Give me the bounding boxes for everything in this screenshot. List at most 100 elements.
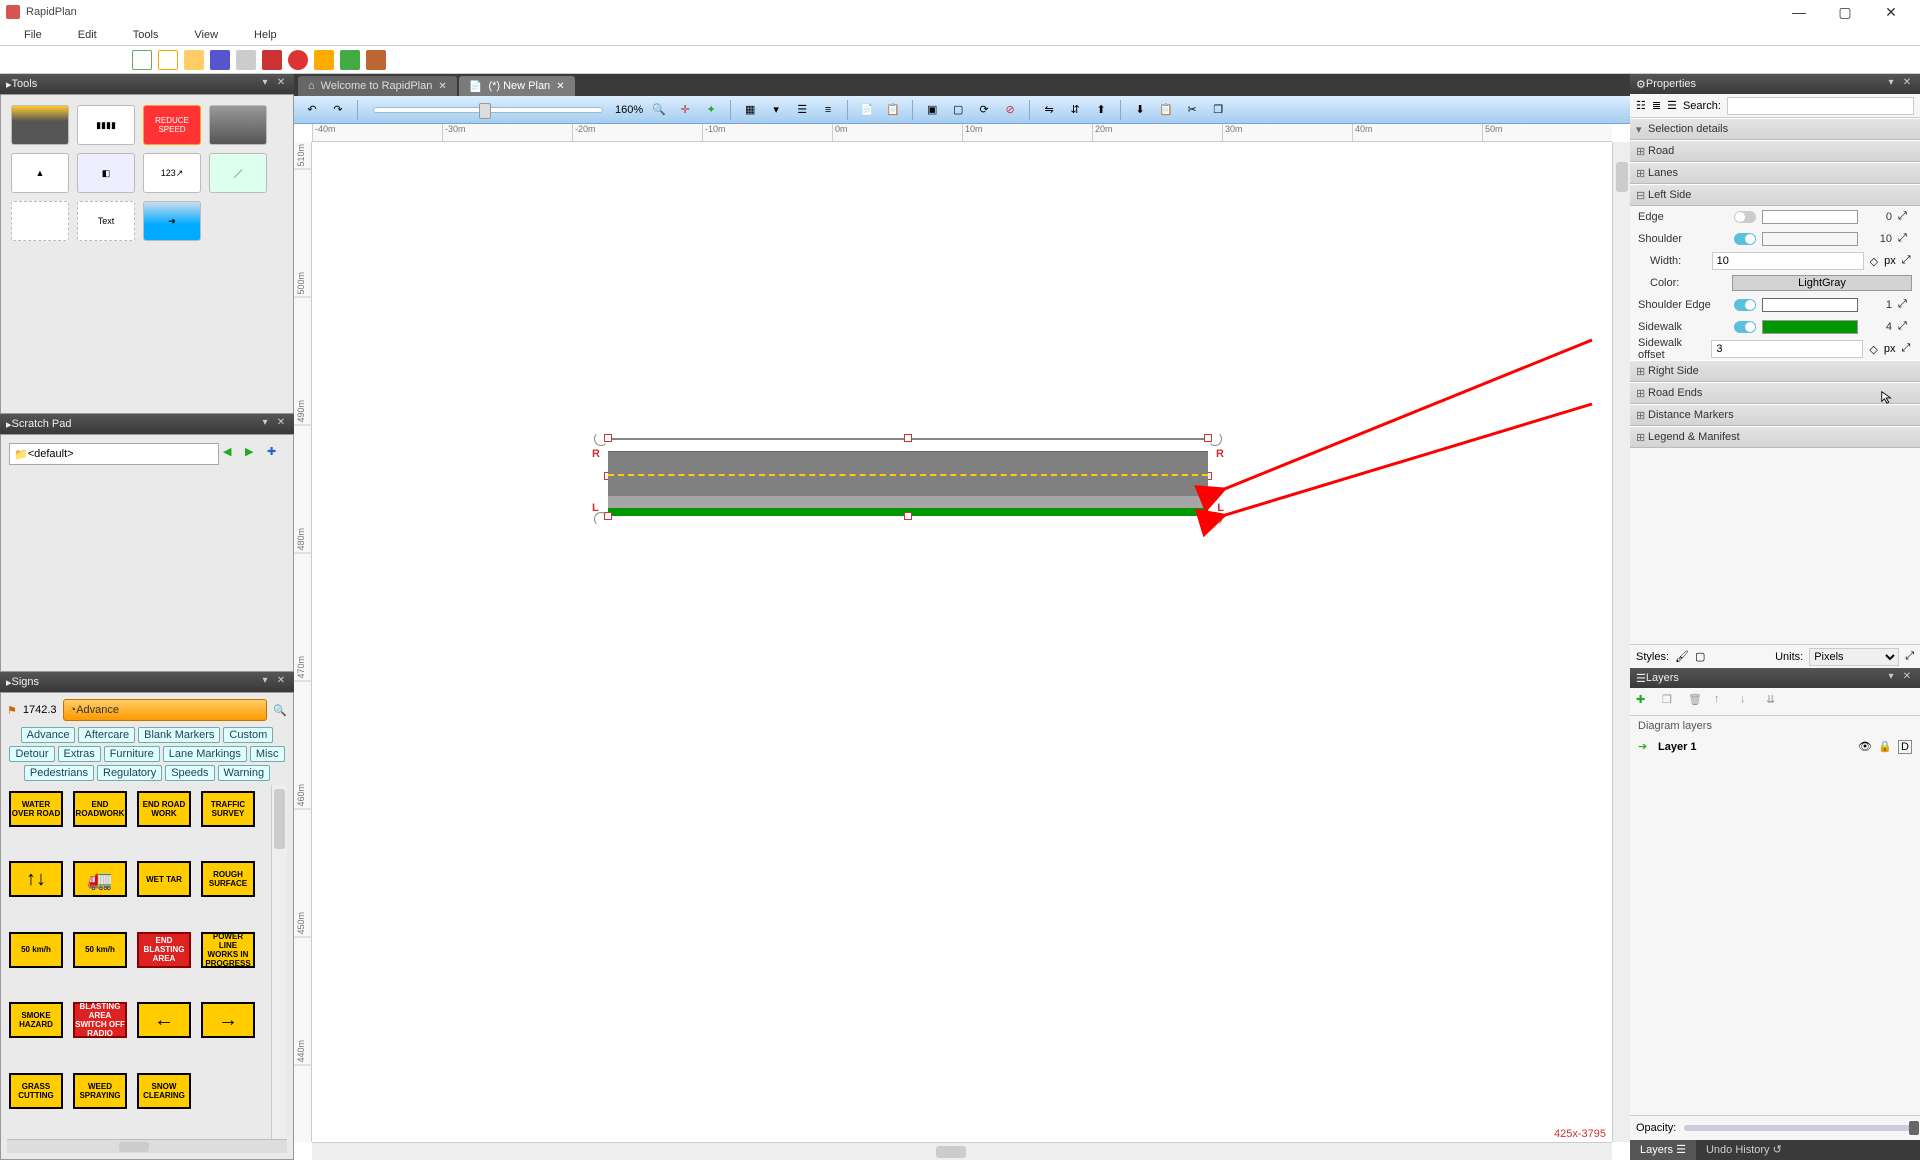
prop-section-roadends[interactable]: ⊞Road Ends [1630, 382, 1920, 404]
link-icon[interactable]: ⤢ [1898, 232, 1912, 246]
sign-item[interactable]: 🚛 [73, 861, 127, 897]
delete-layer-icon[interactable]: 🗑 [1688, 693, 1706, 711]
edge-toggle[interactable] [1734, 211, 1756, 223]
canvas-v-scrollbar[interactable] [1612, 142, 1630, 1142]
menu-tools[interactable]: Tools [115, 29, 177, 41]
close-icon[interactable]: ✕ [556, 81, 564, 92]
selection-handle[interactable] [904, 434, 912, 442]
panel-menu-icon[interactable]: ▾ [1884, 77, 1898, 91]
grid-icon[interactable]: ▦ [740, 100, 760, 120]
sign-item[interactable]: WEED SPRAYING [73, 1073, 127, 1109]
link-icon[interactable]: ⤢ [1898, 320, 1912, 334]
tab-layers[interactable]: Layers ☰ [1630, 1140, 1696, 1160]
line-tool[interactable]: ／ [209, 153, 267, 193]
panel-close-icon[interactable]: ✕ [274, 675, 288, 689]
sign-item[interactable]: WATER OVER ROAD [9, 791, 63, 827]
prop-view3-icon[interactable]: ☰ [1667, 99, 1677, 112]
grid-dropdown-icon[interactable]: ▾ [766, 100, 786, 120]
sign-item[interactable]: SMOKE HAZARD [9, 1002, 63, 1038]
sidewalk-toggle[interactable] [1734, 321, 1756, 333]
sign-item[interactable]: END ROAD WORK [137, 791, 191, 827]
prop-section-rightside[interactable]: ⊞Right Side [1630, 360, 1920, 382]
panel-menu-icon[interactable]: ▾ [258, 417, 272, 431]
panel-menu-icon[interactable]: ▾ [258, 77, 272, 91]
lock-icon[interactable]: 🔒 [1878, 740, 1892, 754]
link-icon[interactable]: ⤢ [1898, 298, 1912, 312]
prop-section-legend[interactable]: ⊞Legend & Manifest [1630, 426, 1920, 448]
panel-menu-icon[interactable]: ▾ [1884, 671, 1898, 685]
shoulder-swatch[interactable] [1762, 232, 1858, 246]
menu-help[interactable]: Help [236, 29, 295, 41]
sign-filter[interactable]: Speeds [165, 765, 214, 781]
add-layer-icon[interactable]: ✚ [1636, 693, 1654, 711]
sign-filter[interactable]: Regulatory [97, 765, 162, 781]
opacity-slider[interactable] [1684, 1125, 1914, 1131]
sign-item[interactable]: TRAFFIC SURVEY [201, 791, 255, 827]
panel-close-icon[interactable]: ✕ [1900, 77, 1914, 91]
signs-flag-icon[interactable]: ⚑ [7, 704, 17, 717]
sign-filter[interactable]: Blank Markers [138, 727, 220, 743]
text-tool[interactable]: Text [77, 201, 135, 241]
sign-filter[interactable]: Furniture [104, 746, 160, 762]
sign-filter[interactable]: Lane Markings [163, 746, 247, 762]
selection-handle[interactable] [904, 512, 912, 520]
sign-item[interactable]: POWER LINE WORKS IN PROGRESS [201, 932, 255, 968]
copy-icon[interactable]: 📄 [857, 100, 877, 120]
open-icon[interactable] [184, 50, 204, 70]
road-tool[interactable] [11, 105, 69, 145]
export-icon[interactable] [262, 50, 282, 70]
scratch-add-icon[interactable]: ✚ [267, 445, 285, 463]
units-select[interactable]: Pixels [1809, 648, 1899, 666]
road-object[interactable]: R R L L [608, 438, 1208, 516]
send-back-icon[interactable]: ⬇ [1130, 100, 1150, 120]
panel-close-icon[interactable]: ✕ [1900, 671, 1914, 685]
bring-front-icon[interactable]: ⬆ [1091, 100, 1111, 120]
sign-item[interactable]: ← [137, 1002, 191, 1038]
sign-filter[interactable]: Extras [58, 746, 101, 762]
window-maximize[interactable]: ▢ [1822, 0, 1868, 24]
move-down-icon[interactable]: ↓ [1740, 693, 1758, 711]
cut-icon[interactable]: ✂ [1182, 100, 1202, 120]
scratch-folder-select[interactable]: 📁 <default> [9, 443, 219, 465]
sign-item[interactable]: END ROADWORK [73, 791, 127, 827]
ungroup-icon[interactable]: ▢ [948, 100, 968, 120]
scratch-back-icon[interactable]: ◀ [223, 445, 241, 463]
menu-view[interactable]: View [176, 29, 236, 41]
new-doc-icon[interactable] [132, 50, 152, 70]
color-well[interactable]: LightGray [1732, 275, 1912, 291]
opacity-knob[interactable] [1909, 1121, 1919, 1135]
duplicate-layer-icon[interactable]: ❐ [1662, 693, 1680, 711]
window-minimize[interactable]: — [1776, 0, 1822, 24]
dimension-tool[interactable]: 123↗ [143, 153, 201, 193]
tab-undo-history[interactable]: Undo History ↺ [1696, 1140, 1792, 1160]
flip-h-icon[interactable]: ⇋ [1039, 100, 1059, 120]
selection-handle[interactable] [604, 434, 612, 442]
strip-tool[interactable] [209, 105, 267, 145]
sign-item[interactable]: SNOW CLEARING [137, 1073, 191, 1109]
rectangle-tool[interactable] [11, 201, 69, 241]
sign-item[interactable]: ROUGH SURFACE [201, 861, 255, 897]
wizard-icon[interactable] [314, 50, 334, 70]
styles-dropdown-icon[interactable]: ▢ [1695, 650, 1705, 663]
zoom-slider[interactable] [373, 107, 603, 113]
move-up-icon[interactable]: ↑ [1714, 693, 1732, 711]
callout-tool[interactable]: ◧ [77, 153, 135, 193]
shoulder-edge-toggle[interactable] [1734, 299, 1756, 311]
sign-filter[interactable]: Advance [21, 727, 76, 743]
spinner-icon[interactable]: ◇ [1869, 343, 1877, 356]
road-endcap-icon[interactable] [594, 512, 608, 526]
sign-filter[interactable]: Misc [250, 746, 285, 762]
flip-v-icon[interactable]: ⇵ [1065, 100, 1085, 120]
list-icon[interactable]: ☰ [792, 100, 812, 120]
image-tool[interactable]: ➔ [143, 201, 201, 241]
duplicate-icon[interactable]: ❐ [1208, 100, 1228, 120]
print-icon[interactable] [236, 50, 256, 70]
sign-item[interactable]: GRASS CUTTING [9, 1073, 63, 1109]
selection-handle[interactable] [1204, 434, 1212, 442]
delete-icon[interactable] [288, 50, 308, 70]
edge-swatch[interactable] [1762, 210, 1858, 224]
check-icon[interactable] [340, 50, 360, 70]
layer-row[interactable]: ➔ Layer 1 👁 🔒 D [1630, 736, 1920, 758]
menu-edit[interactable]: Edit [60, 29, 115, 41]
paste-icon[interactable]: 📋 [883, 100, 903, 120]
